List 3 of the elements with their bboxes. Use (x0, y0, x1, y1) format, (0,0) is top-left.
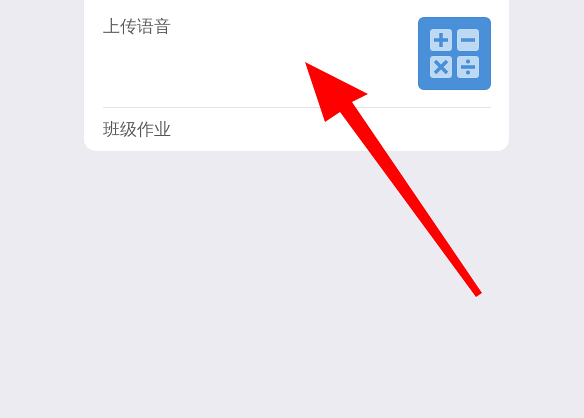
card-title: 上传语音 (103, 16, 171, 39)
card-footer-label[interactable]: 班级作业 (103, 118, 171, 142)
calculator-icon[interactable] (418, 17, 491, 90)
